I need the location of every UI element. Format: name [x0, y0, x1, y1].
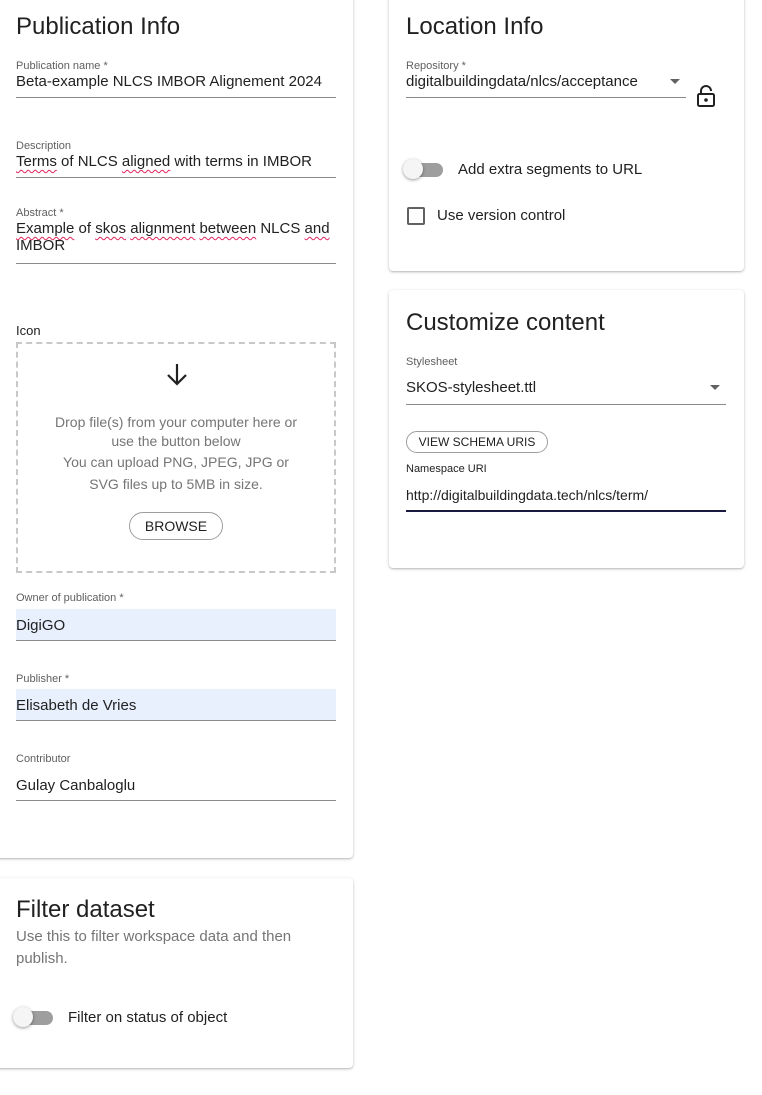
filter-dataset-subtitle-line1: Use this to filter workspace data and th…	[16, 928, 292, 945]
icon-label: Icon	[16, 323, 41, 338]
description-text: of NLCS	[56, 153, 122, 170]
abstract-value-line2[interactable]: IMBOR	[16, 237, 65, 254]
repository-select[interactable]: Repository * digitalbuildingdata/nlcs/ac…	[406, 60, 686, 98]
repository-value[interactable]: digitalbuildingdata/nlcs/acceptance	[406, 73, 638, 90]
publication-name-label: Publication name *	[16, 60, 108, 72]
publisher-value[interactable]: Elisabeth de Vries	[16, 697, 136, 714]
view-schema-uris-button[interactable]: VIEW SCHEMA URIS	[406, 431, 548, 453]
stylesheet-value[interactable]: SKOS-stylesheet.ttl	[406, 379, 536, 396]
namespace-uri-value[interactable]: http://digitalbuildingdata.tech/nlcs/ter…	[406, 487, 648, 503]
publication-info-title: Publication Info	[16, 13, 181, 40]
version-control-checkbox[interactable]	[407, 207, 425, 225]
description-text: with terms in IMBOR	[170, 153, 312, 170]
repository-label: Repository *	[406, 60, 466, 72]
spell-error-word: aligned	[121, 153, 171, 170]
customize-content-card: Customize content Stylesheet SKOS-styles…	[389, 290, 744, 568]
contributor-label: Contributor	[16, 753, 71, 765]
publication-name-value[interactable]: Beta-example NLCS IMBOR Alignement 2024	[16, 73, 322, 90]
chevron-down-icon[interactable]	[710, 385, 720, 390]
abstract-text: NLCS	[256, 220, 305, 237]
drop-instructions-line4: SVG files up to 5MB in size.	[89, 476, 263, 492]
spell-error-word: alignment	[130, 220, 196, 237]
contributor-underline	[16, 800, 336, 801]
location-info-title: Location Info	[406, 13, 544, 40]
namespace-uri-field[interactable]: Namespace URI http://digitalbuildingdata…	[406, 463, 726, 512]
chevron-down-icon[interactable]	[670, 79, 680, 84]
publication-info-card: Publication Info Publication name * Beta…	[0, 0, 353, 858]
owner-field[interactable]: Owner of publication * DigiGO	[16, 592, 336, 641]
drop-instructions-line2: use the button below	[111, 433, 241, 449]
arrow-down-icon	[167, 364, 187, 386]
location-info-card: Location Info Repository * digitalbuildi…	[389, 0, 744, 271]
abstract-underline	[16, 263, 336, 264]
filter-dataset-card: Filter dataset Use this to filter worksp…	[0, 878, 353, 1068]
owner-underline	[16, 640, 336, 641]
namespace-uri-label: Namespace URI	[406, 463, 487, 475]
owner-label: Owner of publication *	[16, 592, 124, 604]
publisher-underline	[16, 720, 336, 721]
spell-error-word: between	[199, 220, 257, 237]
contributor-field[interactable]: Contributor Gulay Canbaloglu	[16, 753, 336, 802]
filter-status-toggle[interactable]	[13, 1007, 55, 1027]
publisher-field[interactable]: Publisher * Elisabeth de Vries	[16, 673, 336, 722]
spell-error-word: skos	[95, 220, 127, 237]
stylesheet-select[interactable]: Stylesheet SKOS-stylesheet.ttl	[406, 356, 726, 405]
customize-content-title: Customize content	[406, 309, 605, 336]
abstract-label: Abstract *	[16, 207, 64, 219]
publication-name-field[interactable]: Publication name * Beta-example NLCS IMB…	[16, 60, 336, 98]
abstract-text: of	[74, 220, 96, 237]
extra-segments-label: Add extra segments to URL	[458, 161, 643, 178]
drop-instructions-line3: You can upload PNG, JPEG, JPG or	[63, 454, 289, 470]
description-underline	[16, 177, 336, 178]
toggle-thumb	[403, 159, 423, 179]
abstract-field[interactable]: Abstract * Example of skos alignment bet…	[16, 207, 336, 264]
publisher-label: Publisher *	[16, 673, 70, 685]
lock-open-icon[interactable]	[696, 84, 716, 108]
description-label: Description	[16, 140, 72, 152]
filter-status-label: Filter on status of object	[68, 1009, 228, 1026]
toggle-thumb	[13, 1007, 33, 1027]
drop-instructions-line1: Drop file(s) from your computer here or	[55, 414, 297, 430]
abstract-value-line1[interactable]: Example of skos alignment between NLCS a…	[16, 220, 330, 237]
spell-error-word: Terms	[16, 153, 57, 170]
owner-value[interactable]: DigiGO	[16, 617, 65, 634]
browse-button[interactable]: BROWSE	[129, 512, 223, 540]
repository-underline	[406, 97, 686, 98]
spell-error-word: Example	[16, 220, 75, 237]
contributor-value[interactable]: Gulay Canbaloglu	[16, 777, 135, 794]
version-control-label: Use version control	[437, 207, 566, 224]
extra-segments-toggle[interactable]	[403, 159, 445, 179]
spell-error-word: and	[304, 220, 330, 237]
filter-dataset-title: Filter dataset	[16, 896, 155, 923]
description-field[interactable]: Description Terms of NLCS aligned with t…	[16, 140, 336, 178]
namespace-uri-underline-focused	[406, 510, 726, 512]
filter-dataset-subtitle-line2: publish.	[16, 950, 68, 967]
publication-name-underline	[16, 97, 336, 98]
description-value[interactable]: Terms of NLCS aligned with terms in IMBO…	[16, 153, 312, 170]
stylesheet-underline	[406, 404, 726, 405]
icon-dropzone[interactable]: Drop file(s) from your computer here or …	[16, 342, 336, 573]
stylesheet-label: Stylesheet	[406, 356, 458, 368]
